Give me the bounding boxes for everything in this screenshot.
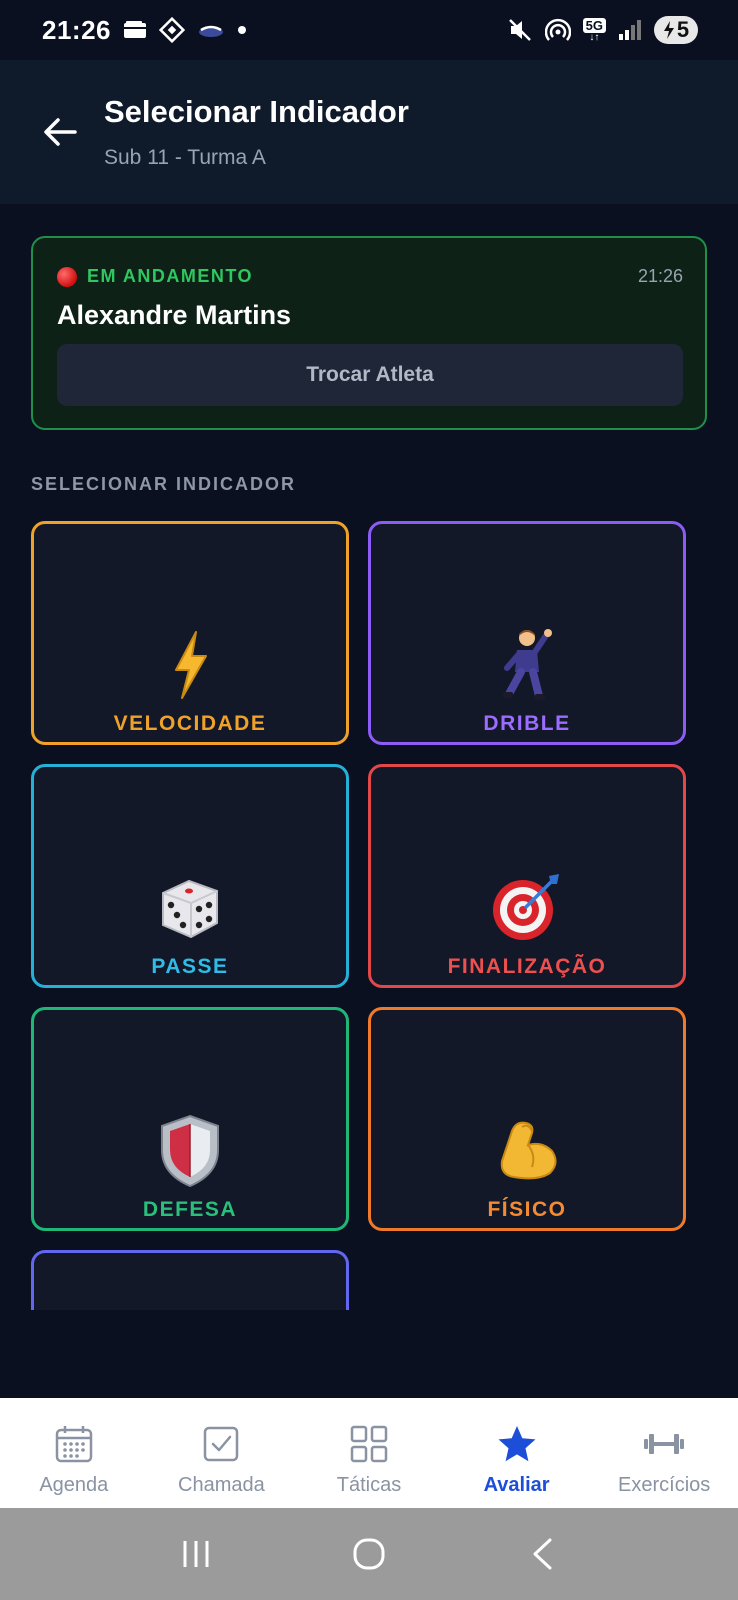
flexed-biceps-icon: [371, 1112, 683, 1190]
indicator-label: VELOCIDADE: [113, 712, 267, 735]
live-status: EM ANDAMENTO: [57, 266, 253, 287]
page-title: Selecionar Indicador: [104, 94, 409, 129]
home-button[interactable]: [339, 1524, 399, 1584]
indicator-label: FÍSICO: [487, 1198, 567, 1221]
chevron-left-icon: [533, 1538, 552, 1570]
star-icon: [497, 1424, 537, 1464]
mute-icon: [507, 17, 533, 43]
charging-bolt-icon: [663, 21, 674, 39]
back-button[interactable]: [38, 110, 82, 154]
indicator-card-defesa[interactable]: DEFESA: [31, 1007, 349, 1231]
indicator-card-partial[interactable]: [31, 1250, 349, 1310]
live-session-card: EM ANDAMENTO 21:26 Alexandre Martins Tro…: [31, 236, 707, 430]
page-subtitle: Sub 11 - Turma A: [104, 146, 266, 169]
shield-icon: [34, 1112, 346, 1190]
dancer-icon: [371, 626, 683, 704]
wallet-icon: [123, 20, 147, 40]
nav-label: Exercícios: [618, 1474, 711, 1496]
signal-icon: [618, 19, 642, 41]
notification-dot-icon: [237, 25, 247, 35]
section-label: SELECIONAR INDICADOR: [31, 474, 297, 494]
nav-item-exercicios[interactable]: Exercícios: [590, 1398, 738, 1508]
indicator-label: DRIBLE: [483, 712, 571, 735]
hotspot-icon: [544, 17, 571, 43]
swap-athlete-button[interactable]: Trocar Atleta: [57, 344, 683, 406]
nav-label: Chamada: [178, 1474, 265, 1496]
nav-item-chamada[interactable]: Chamada: [148, 1398, 296, 1508]
system-back-button[interactable]: [512, 1524, 572, 1584]
nav-item-taticas[interactable]: Táticas: [295, 1398, 443, 1508]
indicator-card-finalizacao[interactable]: FINALIZAÇÃO: [368, 764, 686, 988]
nav-item-agenda[interactable]: Agenda: [0, 1398, 148, 1508]
indicator-label: PASSE: [151, 955, 229, 978]
grid-icon: [350, 1424, 388, 1464]
indicator-card-velocidade[interactable]: VELOCIDADE: [31, 521, 349, 745]
battery-indicator: 5: [654, 16, 698, 44]
status-right: 5G ↓↑ 5: [507, 16, 698, 44]
nav-label: Agenda: [39, 1474, 109, 1496]
nav-label: Táticas: [336, 1474, 402, 1496]
nav-label: Avaliar: [483, 1474, 550, 1496]
arrow-left-icon: [44, 118, 77, 146]
home-icon: [353, 1538, 385, 1570]
status-left: 21:26: [42, 15, 247, 46]
dice-icon: [34, 869, 346, 947]
bottom-nav: Agenda Chamada Táticas Avaliar Exercício…: [0, 1398, 738, 1508]
live-session-time: 21:26: [637, 266, 683, 286]
app-header: Selecionar Indicador Sub 11 - Turma A: [0, 60, 738, 204]
recent-apps-icon: [183, 1541, 209, 1567]
recording-dot-icon: [57, 266, 77, 287]
indicator-label: FINALIZAÇÃO: [447, 955, 607, 978]
indicator-card-fisico[interactable]: FÍSICO: [368, 1007, 686, 1231]
handshake-icon: [197, 20, 225, 40]
live-status-label: EM ANDAMENTO: [87, 266, 253, 286]
dumbbell-icon: [643, 1424, 685, 1464]
lightning-icon: [34, 626, 346, 704]
indicator-label: DEFESA: [142, 1198, 238, 1221]
indicator-card-passe[interactable]: PASSE: [31, 764, 349, 988]
status-bar: 21:26 5G ↓↑ 5: [0, 0, 738, 60]
nav-item-avaliar[interactable]: Avaliar: [443, 1398, 591, 1508]
status-time: 21:26: [42, 14, 111, 45]
network-label: 5G: [582, 17, 606, 33]
system-nav-bar: [0, 1508, 738, 1600]
network-5g-icon: 5G ↓↑: [582, 17, 606, 43]
indicator-card-drible[interactable]: DRIBLE: [368, 521, 686, 745]
recent-apps-button[interactable]: [166, 1524, 226, 1584]
app-diamond-icon: [159, 17, 185, 43]
checkbox-icon: [203, 1424, 239, 1464]
calendar-icon: [55, 1424, 93, 1464]
battery-level: 5: [676, 17, 690, 42]
target-icon: [371, 869, 683, 947]
athlete-name: Alexandre Martins: [57, 300, 292, 330]
